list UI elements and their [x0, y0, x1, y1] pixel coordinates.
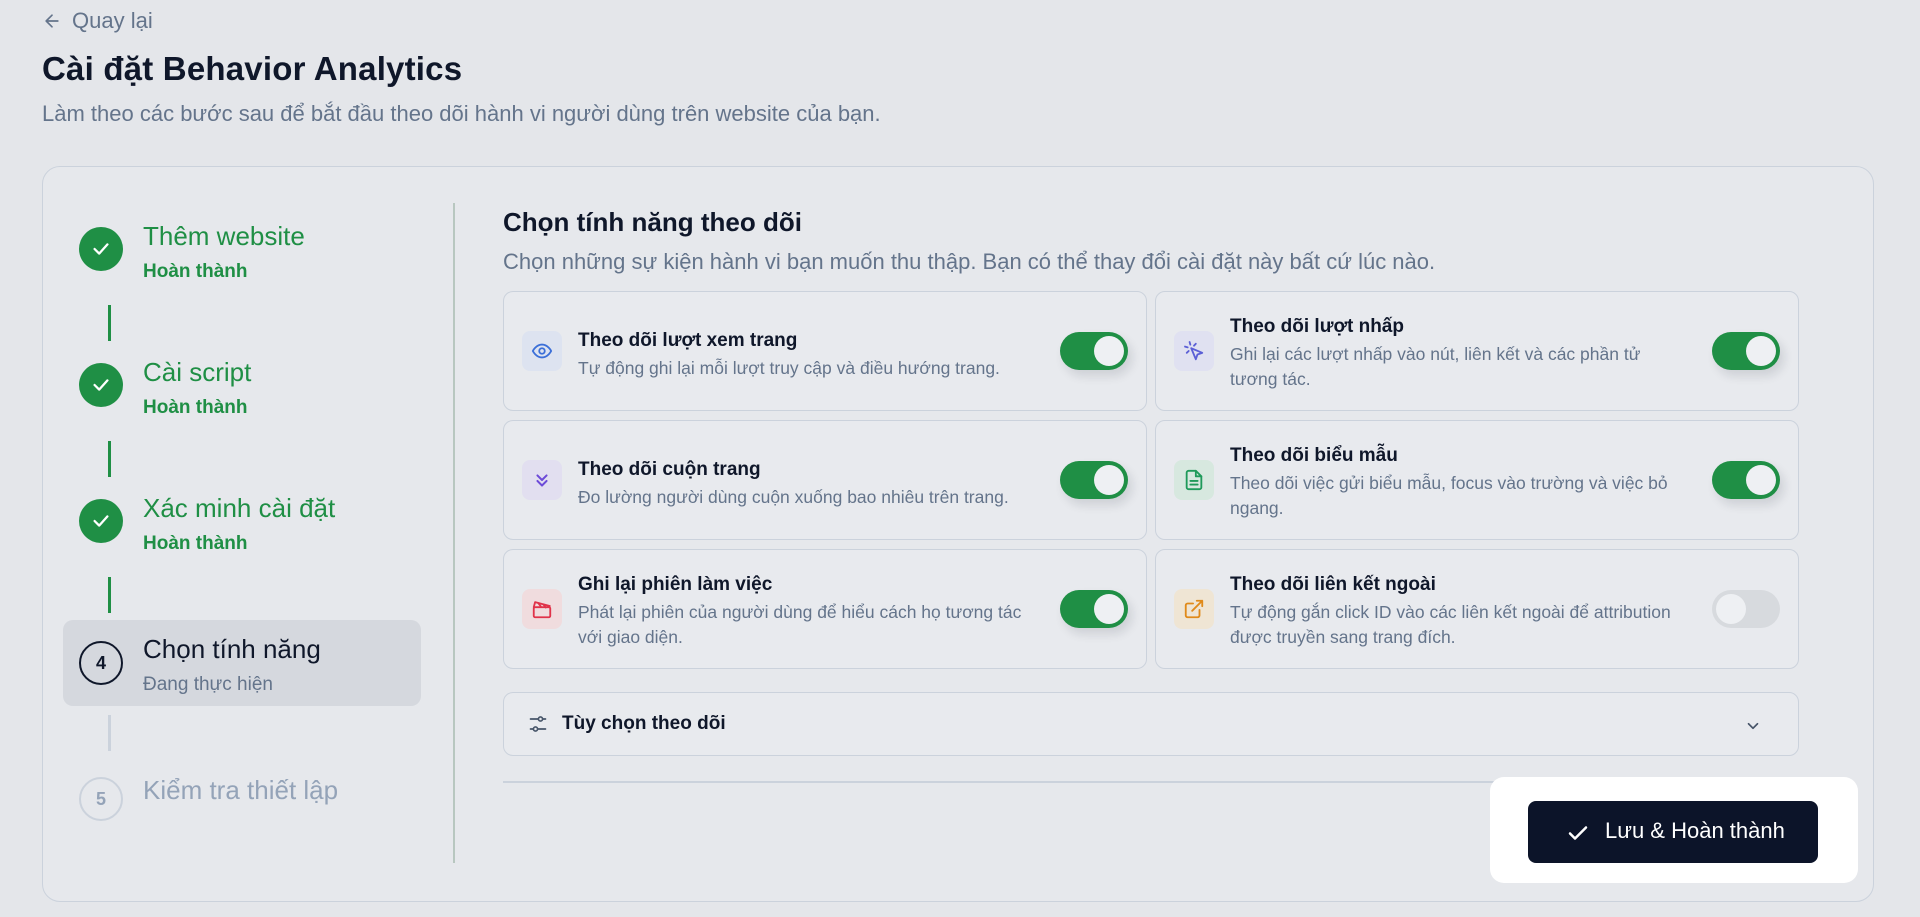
save-panel: Lưu & Hoàn thành — [1490, 777, 1858, 883]
feature-session-recording: Ghi lại phiên làm việc Phát lại phiên củ… — [503, 549, 1147, 669]
save-complete-button[interactable]: Lưu & Hoàn thành — [1528, 801, 1818, 863]
page-subtitle: Làm theo các bước sau để bắt đầu theo dõ… — [42, 101, 881, 126]
chevrons-down-icon — [522, 460, 562, 500]
options-label: Tùy chọn theo dõi — [562, 713, 726, 734]
save-label: Lưu & Hoàn thành — [1605, 818, 1785, 843]
step-status: Hoàn thành — [143, 261, 248, 282]
step-check-setup[interactable]: 5 Kiểm tra thiết lập — [63, 745, 421, 831]
feature-name: Theo dõi lượt xem trang — [578, 330, 798, 351]
feature-toggle[interactable] — [1060, 332, 1128, 370]
feature-toggle[interactable] — [1712, 590, 1780, 628]
feature-toggle[interactable] — [1060, 590, 1128, 628]
step-connector — [108, 577, 111, 613]
arrow-left-icon — [45, 14, 59, 28]
feature-name: Theo dõi lượt nhấp — [1230, 316, 1404, 337]
feature-scroll: Theo dõi cuộn trang Đo lường người dùng … — [503, 420, 1147, 540]
feature-form: Theo dõi biểu mẫu Theo dõi việc gửi biểu… — [1155, 420, 1799, 540]
page-title: Cài đặt Behavior Analytics — [42, 50, 463, 87]
file-text-icon — [1174, 460, 1214, 500]
feature-description: Tự động ghi lại mỗi lượt truy cập và điề… — [578, 358, 1000, 378]
step-verify-install[interactable]: Xác minh cài đặt Hoàn thành — [63, 475, 421, 561]
clapperboard-icon — [522, 589, 562, 629]
stepper-divider — [453, 203, 455, 863]
feature-description: Đo lường người dùng cuộn xuống bao nhiêu… — [578, 487, 1009, 507]
section-subtitle: Chọn những sự kiện hành vi bạn muốn thu … — [503, 249, 1436, 274]
external-link-icon — [1174, 589, 1214, 629]
step-title: Cài script — [143, 357, 252, 387]
step-connector — [108, 305, 111, 341]
back-label: Quay lại — [72, 8, 153, 33]
feature-name: Theo dõi biểu mẫu — [1230, 445, 1398, 466]
feature-toggle[interactable] — [1060, 461, 1128, 499]
back-link[interactable]: Quay lại — [42, 8, 153, 34]
feature-description: Tự động gắn click ID vào các liên kết ng… — [1230, 602, 1671, 647]
sliders-icon — [529, 716, 547, 732]
step-title: Kiểm tra thiết lập — [143, 775, 339, 805]
check-icon — [79, 499, 123, 543]
chevron-down-icon — [1747, 722, 1759, 730]
step-title: Chọn tính năng — [143, 634, 321, 664]
eye-icon — [522, 331, 562, 371]
feature-external-links: Theo dõi liên kết ngoài Tự động gắn clic… — [1155, 549, 1799, 669]
check-icon — [79, 363, 123, 407]
step-install-script[interactable]: Cài script Hoàn thành — [63, 339, 421, 425]
step-number: 5 — [79, 777, 123, 821]
feature-toggle[interactable] — [1712, 461, 1780, 499]
feature-description: Theo dõi việc gửi biểu mẫu, focus vào tr… — [1230, 473, 1668, 518]
step-status: Đang thực hiện — [143, 674, 273, 695]
tracking-options-accordion[interactable]: Tùy chọn theo dõi — [503, 692, 1799, 756]
step-status: Hoàn thành — [143, 533, 248, 554]
feature-name: Theo dõi liên kết ngoài — [1230, 574, 1436, 595]
feature-click: Theo dõi lượt nhấp Ghi lại các lượt nhấp… — [1155, 291, 1799, 411]
check-icon — [1568, 826, 1588, 840]
feature-name: Ghi lại phiên làm việc — [578, 574, 773, 595]
step-title: Thêm website — [143, 221, 305, 251]
step-number: 4 — [79, 641, 123, 685]
check-icon — [79, 227, 123, 271]
feature-toggle[interactable] — [1712, 332, 1780, 370]
step-status: Hoàn thành — [143, 397, 248, 418]
feature-description: Ghi lại các lượt nhấp vào nút, liên kết … — [1230, 344, 1641, 389]
cursor-click-icon — [1174, 331, 1214, 371]
stepper: Thêm website Hoàn thành Cài script Hoàn … — [43, 167, 463, 901]
feature-description: Phát lại phiên của người dùng để hiểu cá… — [578, 602, 1022, 647]
section-title: Chọn tính năng theo dõi — [503, 207, 802, 237]
step-connector — [108, 441, 111, 477]
feature-name: Theo dõi cuộn trang — [578, 459, 761, 480]
step-add-website[interactable]: Thêm website Hoàn thành — [63, 203, 421, 289]
step-title: Xác minh cài đặt — [143, 493, 336, 523]
step-choose-features[interactable]: 4 Chọn tính năng Đang thực hiện — [63, 620, 421, 706]
feature-pageview: Theo dõi lượt xem trang Tự động ghi lại … — [503, 291, 1147, 411]
